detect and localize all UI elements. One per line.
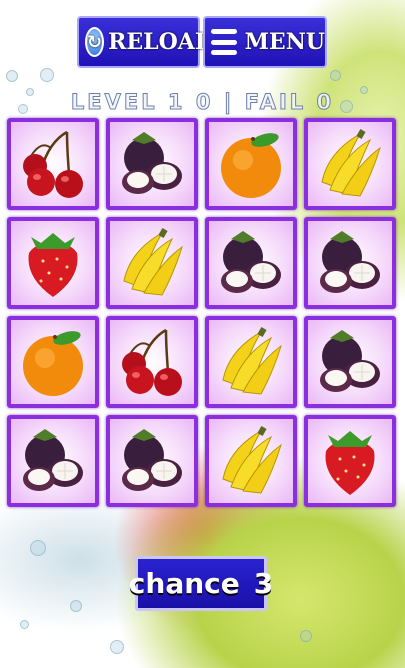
mangosteen-icon — [11, 419, 95, 503]
memory-card[interactable] — [7, 415, 99, 507]
banana-icon — [308, 122, 392, 206]
memory-card[interactable] — [205, 217, 297, 309]
memory-card[interactable] — [7, 217, 99, 309]
level-value: 1 0 — [167, 90, 214, 115]
fail-label: FAIL — [244, 90, 307, 115]
level-label: LEVEL — [70, 90, 158, 115]
strawberry-icon — [308, 419, 392, 503]
hamburger-menu-icon — [211, 29, 237, 55]
orange-icon — [11, 320, 95, 404]
banana-icon — [209, 320, 293, 404]
chance-label: chance — [128, 567, 240, 600]
cherry-icon — [11, 122, 95, 206]
mangosteen-icon — [110, 122, 194, 206]
banana-icon — [209, 419, 293, 503]
orange-icon — [209, 122, 293, 206]
reload-button[interactable]: ↻ RELOAD — [77, 16, 214, 68]
memory-card[interactable] — [304, 118, 396, 210]
memory-card[interactable] — [205, 415, 297, 507]
memory-card[interactable] — [106, 415, 198, 507]
memory-card[interactable] — [106, 217, 198, 309]
memory-card[interactable] — [205, 118, 297, 210]
memory-card[interactable] — [106, 118, 198, 210]
status-separator: | — [223, 90, 235, 115]
menu-label: MENU — [244, 29, 325, 55]
chance-counter: chance 3 — [129, 556, 273, 611]
mangosteen-icon — [308, 221, 392, 305]
top-toolbar: ↻ RELOAD MENU — [77, 16, 327, 68]
strawberry-icon — [11, 221, 95, 305]
reload-icon: ↻ — [85, 27, 105, 57]
memory-card[interactable] — [304, 316, 396, 408]
reload-label: RELOAD — [108, 29, 214, 55]
memory-card-grid — [7, 118, 399, 507]
mangosteen-icon — [110, 419, 194, 503]
level-fail-status: LEVEL 1 0 | FAIL 0 — [0, 90, 405, 115]
fail-value: 0 — [316, 90, 335, 115]
mangosteen-icon — [308, 320, 392, 404]
memory-card[interactable] — [7, 118, 99, 210]
memory-card[interactable] — [304, 415, 396, 507]
memory-card[interactable] — [7, 316, 99, 408]
menu-button[interactable]: MENU — [203, 16, 327, 68]
chance-value: 3 — [253, 567, 274, 600]
mangosteen-icon — [209, 221, 293, 305]
memory-card[interactable] — [205, 316, 297, 408]
memory-card[interactable] — [106, 316, 198, 408]
memory-card[interactable] — [304, 217, 396, 309]
cherry-icon — [110, 320, 194, 404]
banana-icon — [110, 221, 194, 305]
